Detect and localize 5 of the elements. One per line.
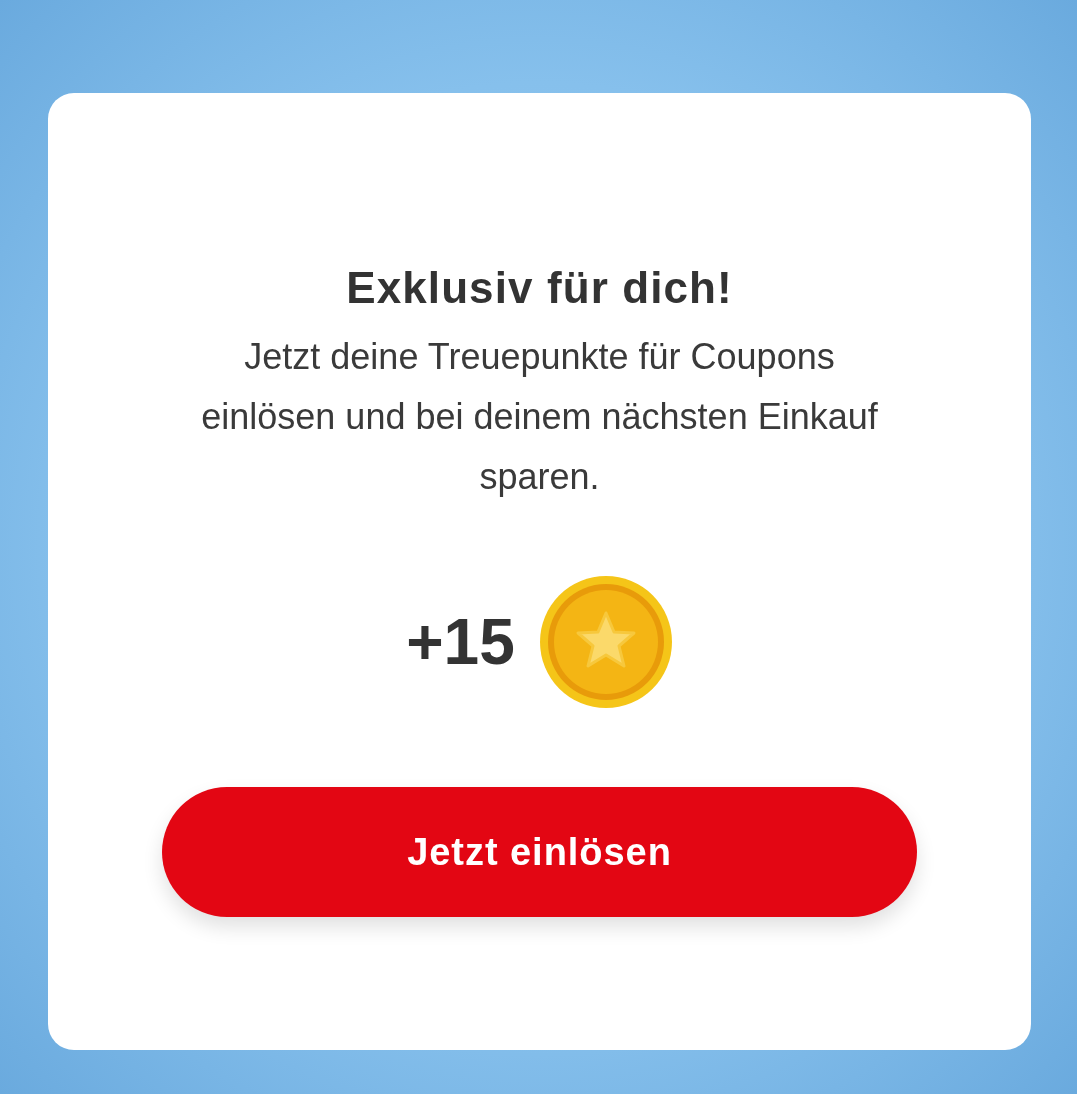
redeem-button[interactable]: Jetzt einlösen: [162, 787, 917, 917]
dialog-title: Exklusiv für dich!: [346, 262, 733, 314]
coin-icon: [538, 575, 673, 709]
points-amount: +15: [406, 605, 515, 680]
dialog-message: Jetzt deine Treuepunkte für Coupons einlösen und bei deinem nächsten Einkauf sparen.: [200, 335, 879, 499]
